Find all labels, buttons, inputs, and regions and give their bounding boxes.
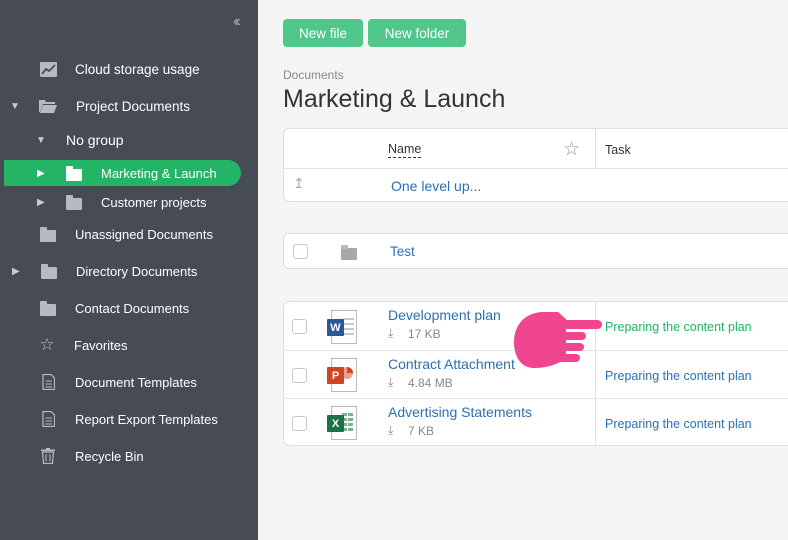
task-link[interactable]: Preparing the content plan	[605, 320, 752, 334]
table-row[interactable]: X Advertising Statements ⤓ 7 KB Preparin…	[284, 398, 788, 446]
caret-down-icon[interactable]: ▼	[10, 101, 20, 112]
sidebar: ‹‹ Cloud storage usage ▼ Project Documen…	[0, 0, 258, 540]
open-folder-icon	[39, 98, 57, 114]
up-row[interactable]: ↥ One level up...	[284, 168, 788, 202]
folder-name-link[interactable]: Test	[390, 244, 415, 259]
folder-icon	[65, 165, 83, 181]
sidebar-item-label: Cloud storage usage	[75, 61, 200, 77]
sidebar-item-label: No group	[66, 132, 124, 148]
trash-icon	[39, 448, 57, 464]
sidebar-item-directory-documents[interactable]: ▶ Directory Documents	[0, 258, 258, 284]
file-size: 4.84 MB	[408, 376, 453, 390]
folder-icon	[40, 263, 58, 279]
sidebar-item-label: Favorites	[74, 337, 128, 353]
sidebar-item-document-templates[interactable]: Document Templates	[0, 369, 258, 395]
column-header-task[interactable]: Task	[605, 143, 631, 157]
sidebar-item-label: Unassigned Documents	[75, 226, 214, 242]
folder-list: Test	[283, 233, 788, 269]
sidebar-item-cloud-storage-usage[interactable]: Cloud storage usage	[0, 56, 258, 82]
sidebar-item-contact-documents[interactable]: Contact Documents	[0, 295, 258, 321]
chart-icon	[39, 61, 57, 77]
download-icon[interactable]: ⤓	[388, 423, 393, 438]
word-file-icon: W	[327, 310, 357, 344]
column-divider	[595, 129, 596, 169]
sidebar-item-favorites[interactable]: ☆ Favorites	[0, 332, 258, 358]
task-link[interactable]: Preparing the content plan	[605, 369, 752, 383]
folder-icon	[39, 226, 57, 242]
caret-right-icon[interactable]: ▶	[37, 168, 45, 179]
sidebar-item-recycle-bin[interactable]: Recycle Bin	[0, 443, 258, 469]
sidebar-item-no-group[interactable]: ▼ No group	[0, 127, 258, 153]
caret-right-icon[interactable]: ▶	[37, 197, 45, 208]
sidebar-item-label: Marketing & Launch	[101, 165, 217, 181]
row-checkbox[interactable]	[292, 416, 307, 431]
new-folder-button[interactable]: New folder	[368, 19, 466, 47]
powerpoint-file-icon: P	[327, 358, 357, 392]
column-header-name[interactable]: Name	[388, 142, 422, 158]
file-name-link[interactable]: Advertising Statements	[388, 404, 532, 420]
star-icon[interactable]: ☆	[563, 138, 580, 161]
breadcrumb[interactable]: Documents	[283, 68, 344, 82]
task-link[interactable]: Preparing the content plan	[605, 417, 752, 431]
page-title: Marketing & Launch	[283, 85, 506, 113]
sidebar-item-label: Contact Documents	[75, 300, 190, 316]
row-checkbox[interactable]	[292, 368, 307, 383]
file-table-header: Name ☆ Task ↥ One level up...	[283, 128, 788, 202]
star-icon: ☆	[39, 335, 55, 354]
folder-icon	[341, 245, 357, 260]
file-size: 7 KB	[408, 424, 435, 438]
file-size: 17 KB	[408, 327, 441, 341]
folder-icon	[65, 194, 83, 210]
sidebar-item-marketing-launch[interactable]: ▶ Marketing & Launch	[4, 160, 241, 186]
pointing-hand-icon	[514, 312, 602, 368]
file-name-link[interactable]: Development plan	[388, 307, 501, 323]
file-name-link[interactable]: Contract Attachment	[388, 356, 515, 372]
row-checkbox[interactable]	[293, 244, 308, 259]
sidebar-item-label: Recycle Bin	[75, 448, 144, 464]
sidebar-item-report-export-templates[interactable]: Report Export Templates	[0, 406, 258, 432]
sidebar-item-unassigned-documents[interactable]: Unassigned Documents	[0, 221, 258, 247]
document-icon	[39, 374, 57, 390]
double-chevron-left-icon[interactable]: ‹‹	[233, 13, 240, 31]
one-level-up-link[interactable]: One level up...	[391, 178, 481, 194]
folder-icon	[39, 300, 57, 316]
new-file-button[interactable]: New file	[283, 19, 363, 47]
sidebar-item-label: Directory Documents	[76, 263, 198, 279]
sidebar-item-label: Project Documents	[76, 98, 191, 114]
row-checkbox[interactable]	[292, 319, 307, 334]
excel-file-icon: X	[327, 406, 357, 440]
download-icon[interactable]: ⤓	[388, 326, 393, 341]
sidebar-item-project-documents[interactable]: ▼ Project Documents	[0, 93, 258, 119]
caret-down-icon[interactable]: ▼	[36, 135, 46, 146]
sidebar-item-customer-projects[interactable]: ▶ Customer projects	[0, 189, 258, 215]
caret-right-icon[interactable]: ▶	[12, 266, 20, 277]
sidebar-item-label: Document Templates	[75, 374, 197, 390]
document-icon	[39, 411, 57, 427]
download-icon[interactable]: ⤓	[388, 375, 393, 390]
sidebar-item-label: Customer projects	[101, 194, 207, 210]
level-up-icon: ↥	[293, 175, 305, 191]
sidebar-item-label: Report Export Templates	[75, 411, 218, 427]
